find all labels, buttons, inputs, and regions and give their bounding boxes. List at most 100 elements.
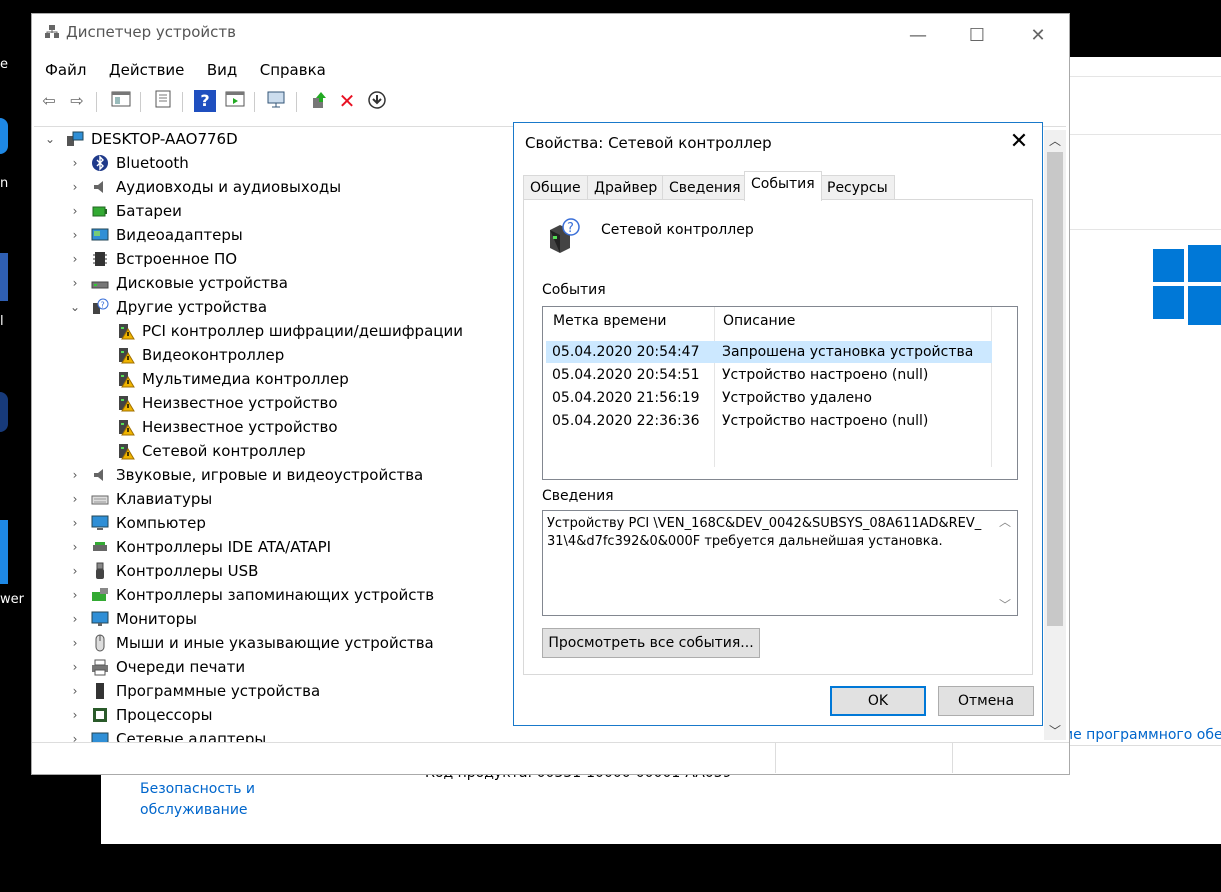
- chevron-right-icon[interactable]: ›: [69, 487, 81, 511]
- chevron-right-icon[interactable]: ›: [69, 727, 81, 743]
- menu-help[interactable]: Справка: [260, 61, 326, 79]
- disable-device-icon[interactable]: [366, 90, 388, 112]
- storage-controller-icon: [91, 586, 109, 604]
- tab-resources[interactable]: Ресурсы: [820, 175, 895, 199]
- update-driver-icon[interactable]: [308, 90, 330, 112]
- chevron-down-icon[interactable]: ⌄: [44, 127, 56, 151]
- event-row[interactable]: 05.04.2020 22:36:36 Устройство настроено …: [546, 410, 992, 432]
- chevron-right-icon[interactable]: ›: [69, 223, 81, 247]
- info-text: Устройству PCI \VEN_168C&DEV_0042&SUBSYS…: [547, 516, 982, 549]
- info-label: Сведения: [542, 488, 614, 504]
- tree-scrollbar[interactable]: ︿ ﹀: [1044, 130, 1066, 740]
- event-time: 05.04.2020 21:56:19: [552, 390, 700, 406]
- tab-driver[interactable]: Драйвер: [587, 175, 665, 199]
- chevron-right-icon[interactable]: ›: [69, 679, 81, 703]
- close-button[interactable]: ✕: [1018, 18, 1058, 54]
- tree-item-label: Контроллеры USB: [116, 562, 259, 580]
- tree-item[interactable]: › Сетевые адаптеры: [34, 727, 1034, 743]
- window-title-text: Диспетчер устройств: [66, 23, 237, 41]
- show-hide-console-icon[interactable]: [110, 90, 132, 112]
- chevron-right-icon[interactable]: ›: [69, 583, 81, 607]
- scroll-thumb[interactable]: [1047, 152, 1063, 626]
- tree-item-label: Звуковые, игровые и видеоустройства: [116, 466, 424, 484]
- uninstall-icon[interactable]: ✕: [336, 90, 358, 112]
- chevron-right-icon[interactable]: ›: [69, 559, 81, 583]
- desktop-icon[interactable]: [0, 118, 8, 154]
- back-arrow-icon[interactable]: ⇦: [38, 90, 60, 112]
- help-icon[interactable]: ?: [194, 90, 216, 112]
- scroll-up-arrow-icon[interactable]: ︿: [1044, 132, 1066, 149]
- column-header-time[interactable]: Метка времени: [553, 313, 667, 329]
- column-header-description[interactable]: Описание: [723, 313, 795, 329]
- chevron-right-icon[interactable]: ›: [69, 247, 81, 271]
- desktop-label: l: [0, 314, 4, 329]
- view-all-events-button[interactable]: Просмотреть все события...: [542, 628, 760, 658]
- chevron-right-icon[interactable]: ›: [69, 511, 81, 535]
- tree-item-label: PCI контроллер шифрации/дешифрации: [142, 322, 463, 340]
- warning-device-icon: [117, 346, 135, 364]
- menu-action[interactable]: Действие: [109, 61, 185, 79]
- chevron-right-icon[interactable]: ›: [69, 463, 81, 487]
- desktop-icon[interactable]: [0, 520, 8, 584]
- chevron-right-icon[interactable]: ›: [69, 607, 81, 631]
- chevron-down-icon[interactable]: ⌄: [69, 295, 81, 319]
- action-pane-icon[interactable]: [224, 90, 246, 112]
- event-row[interactable]: 05.04.2020 20:54:51 Устройство настроено …: [546, 364, 992, 386]
- security-link-line-1: Безопасность и: [140, 781, 256, 797]
- tree-item-label: Аудиовходы и аудиовыходы: [116, 178, 342, 196]
- cancel-button[interactable]: Отмена: [938, 686, 1034, 716]
- event-time: 05.04.2020 20:54:47: [552, 344, 700, 360]
- security-maintenance-link[interactable]: Безопасность и обслуживание: [140, 779, 255, 821]
- chevron-right-icon[interactable]: ›: [69, 631, 81, 655]
- chevron-right-icon[interactable]: ›: [69, 199, 81, 223]
- tree-item-label: Батареи: [116, 202, 182, 220]
- desktop-icon[interactable]: [0, 253, 8, 301]
- desktop-icon[interactable]: [0, 392, 8, 432]
- chevron-right-icon[interactable]: ›: [69, 151, 81, 175]
- event-time: 05.04.2020 22:36:36: [552, 413, 700, 429]
- info-textbox[interactable]: Устройству PCI \VEN_168C&DEV_0042&SUBSYS…: [542, 510, 1018, 616]
- event-row[interactable]: 05.04.2020 21:56:19 Устройство удалено: [546, 387, 992, 409]
- processor-icon: [91, 706, 109, 724]
- events-list[interactable]: Метка времени Описание 05.04.2020 20:54:…: [542, 306, 1018, 480]
- minimize-button[interactable]: —: [898, 18, 938, 54]
- warning-device-icon: [117, 442, 135, 460]
- mouse-icon: [91, 634, 109, 652]
- info-scroll-down-icon[interactable]: ﹀: [999, 596, 1011, 613]
- chevron-right-icon[interactable]: ›: [69, 271, 81, 295]
- tab-details[interactable]: Сведения: [662, 175, 748, 199]
- chevron-right-icon[interactable]: ›: [69, 655, 81, 679]
- tree-item-label: Дисковые устройства: [116, 274, 288, 292]
- menu-view[interactable]: Вид: [207, 61, 237, 79]
- scan-hardware-icon[interactable]: [266, 90, 288, 112]
- svg-text:?: ?: [567, 221, 574, 236]
- tree-item-label: Видеоконтроллер: [142, 346, 285, 364]
- event-row[interactable]: 05.04.2020 20:54:47 Запрошена установка у…: [546, 341, 992, 363]
- menu-file[interactable]: Файл: [45, 61, 86, 79]
- speaker-icon: [91, 466, 109, 484]
- device-name: Сетевой контроллер: [601, 222, 754, 238]
- bluetooth-icon: [91, 154, 109, 172]
- forward-arrow-icon[interactable]: ⇨: [66, 90, 88, 112]
- speaker-icon: [91, 178, 109, 196]
- event-description: Устройство настроено (null): [722, 413, 929, 429]
- maximize-button[interactable]: ☐: [957, 18, 997, 54]
- display-adapter-icon: [91, 226, 109, 244]
- status-bar: [32, 742, 1069, 773]
- properties-icon[interactable]: [152, 90, 174, 112]
- info-scroll-up-icon[interactable]: ︿: [999, 513, 1011, 530]
- usb-icon: [91, 562, 109, 580]
- software-link[interactable]: ие программного обе: [1064, 727, 1221, 743]
- ok-button[interactable]: OK: [830, 686, 926, 716]
- chevron-right-icon[interactable]: ›: [69, 175, 81, 199]
- tree-item-label: Программные устройства: [116, 682, 321, 700]
- tab-events[interactable]: События: [744, 171, 822, 201]
- disk-drive-icon: [91, 274, 109, 292]
- dialog-close-button[interactable]: ✕: [1004, 127, 1034, 157]
- tree-item-label: Процессоры: [116, 706, 213, 724]
- warning-device-icon: [117, 394, 135, 412]
- chevron-right-icon[interactable]: ›: [69, 703, 81, 727]
- tab-general[interactable]: Общие: [523, 175, 588, 199]
- chevron-right-icon[interactable]: ›: [69, 535, 81, 559]
- scroll-down-arrow-icon[interactable]: ﹀: [1044, 722, 1066, 739]
